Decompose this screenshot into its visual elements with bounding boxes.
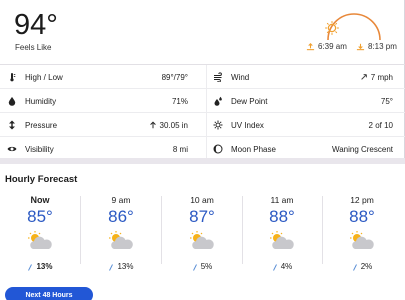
dew-point-icon [213, 96, 223, 106]
hour-item-now[interactable]: Now 85° 13% [0, 194, 80, 273]
hour-item[interactable]: 12 pm 88° 2% [322, 194, 402, 273]
hour-time: 11 am [270, 195, 294, 205]
precipitation-drop-icon [272, 263, 277, 271]
details-row: Humidity 71% Dew Point 75° [0, 89, 405, 113]
high-low-label: High / Low [25, 72, 63, 82]
hour-temperature: 88° [349, 207, 375, 226]
pressure-up-arrow-icon [149, 121, 156, 129]
pressure-icon [7, 120, 17, 130]
hour-precipitation: 5% [162, 261, 242, 273]
precipitation-drop-icon [192, 263, 197, 271]
next-48-hours-button[interactable]: Next 48 Hours [5, 287, 93, 300]
partly-cloudy-icon [350, 231, 374, 249]
precipitation-drop-icon [352, 263, 357, 271]
hour-precip-value: 5% [200, 262, 213, 271]
hour-precipitation: 2% [322, 261, 402, 273]
wind-value: 7 mph [370, 72, 393, 82]
wind-label: Wind [231, 72, 250, 82]
sunset-icon [356, 43, 365, 51]
moon-phase-icon [213, 144, 223, 154]
hourly-forecast-card: Hourly Forecast Now 85° 13% 9 am 86° 13%… [0, 164, 405, 300]
uv-index-icon [213, 120, 223, 130]
sunrise: 6:39 am [306, 42, 347, 51]
pressure-value-wrap: 30.05 in [149, 113, 188, 137]
wind-value-wrap: 7 mph [360, 65, 393, 89]
partly-cloudy-icon [190, 231, 214, 249]
hour-item[interactable]: 11 am 88° 4% [242, 194, 322, 273]
visibility-label-cell: Visibility [7, 137, 197, 161]
hour-time: 10 am [190, 195, 214, 205]
uv-index-value: 2 of 10 [368, 120, 393, 130]
precipitation-drop-icon [28, 263, 33, 271]
humidity-label-cell: Humidity [7, 89, 197, 113]
hour-time: Now [30, 195, 50, 205]
feels-like-label: Feels Like [15, 43, 52, 52]
details-row: Pressure 30.05 in UV Index 2 of 10 [0, 113, 405, 137]
visibility-label: Visibility [25, 144, 54, 154]
hour-precipitation: 13% [81, 261, 161, 273]
pressure-label: Pressure [25, 120, 58, 130]
high-low-value: 89°/79° [161, 72, 188, 82]
hour-time: 9 am [111, 195, 131, 205]
humidity-label: Humidity [25, 96, 57, 106]
sun-arc-icon [325, 13, 381, 40]
hour-precip-value: 13% [117, 262, 134, 271]
hour-precipitation: 4% [242, 261, 322, 273]
moon-phase-label: Moon Phase [231, 144, 276, 154]
partly-cloudy-icon [270, 231, 294, 249]
partly-cloudy-icon [109, 231, 133, 249]
pressure-value: 30.05 in [159, 120, 188, 130]
hour-item[interactable]: 9 am 86° 13% [81, 194, 161, 273]
dew-point-label-cell: Dew Point [213, 89, 398, 113]
hour-item[interactable]: 10 am 87° 5% [162, 194, 242, 273]
humidity-drop-icon [7, 96, 17, 106]
moon-phase-value: Waning Crescent [331, 144, 393, 154]
wind-icon [213, 72, 223, 82]
dew-point-value: 75° [380, 96, 393, 106]
current-conditions-card: 94° Feels Like 6:39 am 8:13 pm High / Lo… [0, 0, 405, 158]
sunrise-time: 6:39 am [318, 42, 347, 51]
hour-temperature: 88° [269, 207, 295, 226]
hour-temperature: 86° [108, 207, 134, 226]
hourly-list: Now 85° 13% 9 am 86° 13% 10 am 87° 5% 11… [0, 194, 405, 280]
hour-precip-value: 4% [280, 262, 293, 271]
dew-point-label: Dew Point [231, 96, 268, 106]
hour-precip-value: 13% [36, 262, 53, 271]
hour-precip-value: 2% [360, 262, 373, 271]
hour-precipitation: 13% [0, 261, 80, 273]
current-temperature: 94° [14, 9, 58, 41]
uv-index-label: UV Index [231, 120, 264, 130]
visibility-value: 8 mi [172, 144, 188, 154]
thermometer-icon [7, 72, 17, 82]
hour-time: 12 pm [350, 195, 374, 205]
visibility-eye-icon [7, 144, 17, 154]
precipitation-drop-icon [109, 263, 114, 271]
sunrise-icon [306, 43, 315, 51]
humidity-value: 71% [171, 96, 188, 106]
details-grid: High / Low 89°/79° Wind 7 mph Humidity 7… [0, 65, 405, 161]
details-row: High / Low 89°/79° Wind 7 mph [0, 65, 405, 89]
sunset-time: 8:13 pm [368, 42, 397, 51]
hour-temperature: 85° [27, 207, 53, 226]
wind-direction-icon [361, 74, 367, 80]
partly-cloudy-icon [28, 231, 52, 249]
sunset: 8:13 pm [356, 42, 397, 51]
hourly-forecast-title: Hourly Forecast [5, 174, 78, 185]
hour-temperature: 87° [189, 207, 215, 226]
details-row: Visibility 8 mi Moon Phase Waning Cresce… [0, 137, 405, 161]
